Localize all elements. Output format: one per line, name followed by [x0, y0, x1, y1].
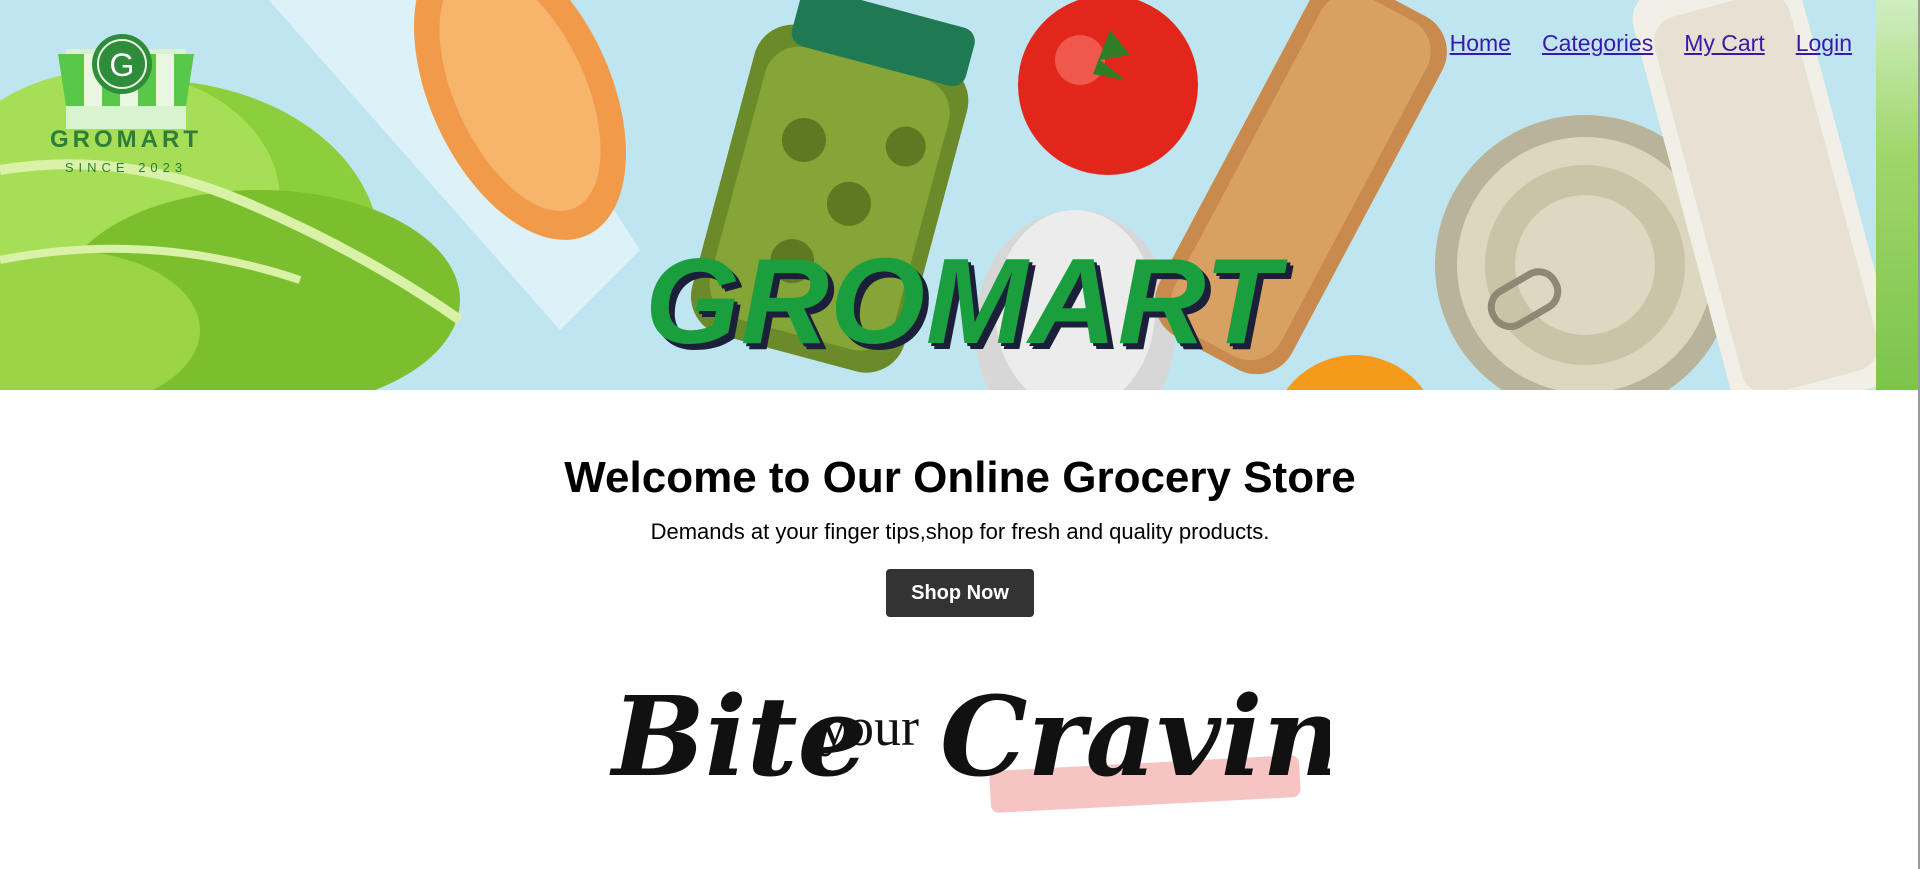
hero-banner: G GROMART SINCE 2023 Home Categories My … [0, 0, 1876, 390]
nav-categories-link[interactable]: Categories [1542, 30, 1653, 57]
main-nav: Home Categories My Cart Login [1450, 30, 1852, 57]
logo-storefront-icon: G [58, 34, 194, 129]
logo-name: GROMART [50, 126, 202, 153]
hero-title: GROMART [645, 233, 1281, 369]
shop-now-button[interactable]: Shop Now [886, 569, 1034, 617]
tomato-illustration [1018, 0, 1198, 175]
logo-since: SINCE 2023 [64, 160, 188, 175]
slogan-word-your: your [820, 697, 919, 757]
hero-edge-decoration [1876, 0, 1920, 390]
nav-login-link[interactable]: Login [1796, 30, 1852, 57]
slogan-graphic: Bite your Cravings [609, 672, 1330, 813]
nav-my-cart-link[interactable]: My Cart [1684, 30, 1765, 57]
slogan-word-cravings: Cravings [940, 672, 1330, 801]
logo[interactable]: G GROMART SINCE 2023 [36, 34, 216, 184]
logo-letter: G [110, 47, 135, 83]
nav-home-link[interactable]: Home [1450, 30, 1511, 57]
page-title: Welcome to Our Online Grocery Store [564, 453, 1356, 502]
tagline: Demands at your finger tips,shop for fre… [650, 519, 1270, 544]
